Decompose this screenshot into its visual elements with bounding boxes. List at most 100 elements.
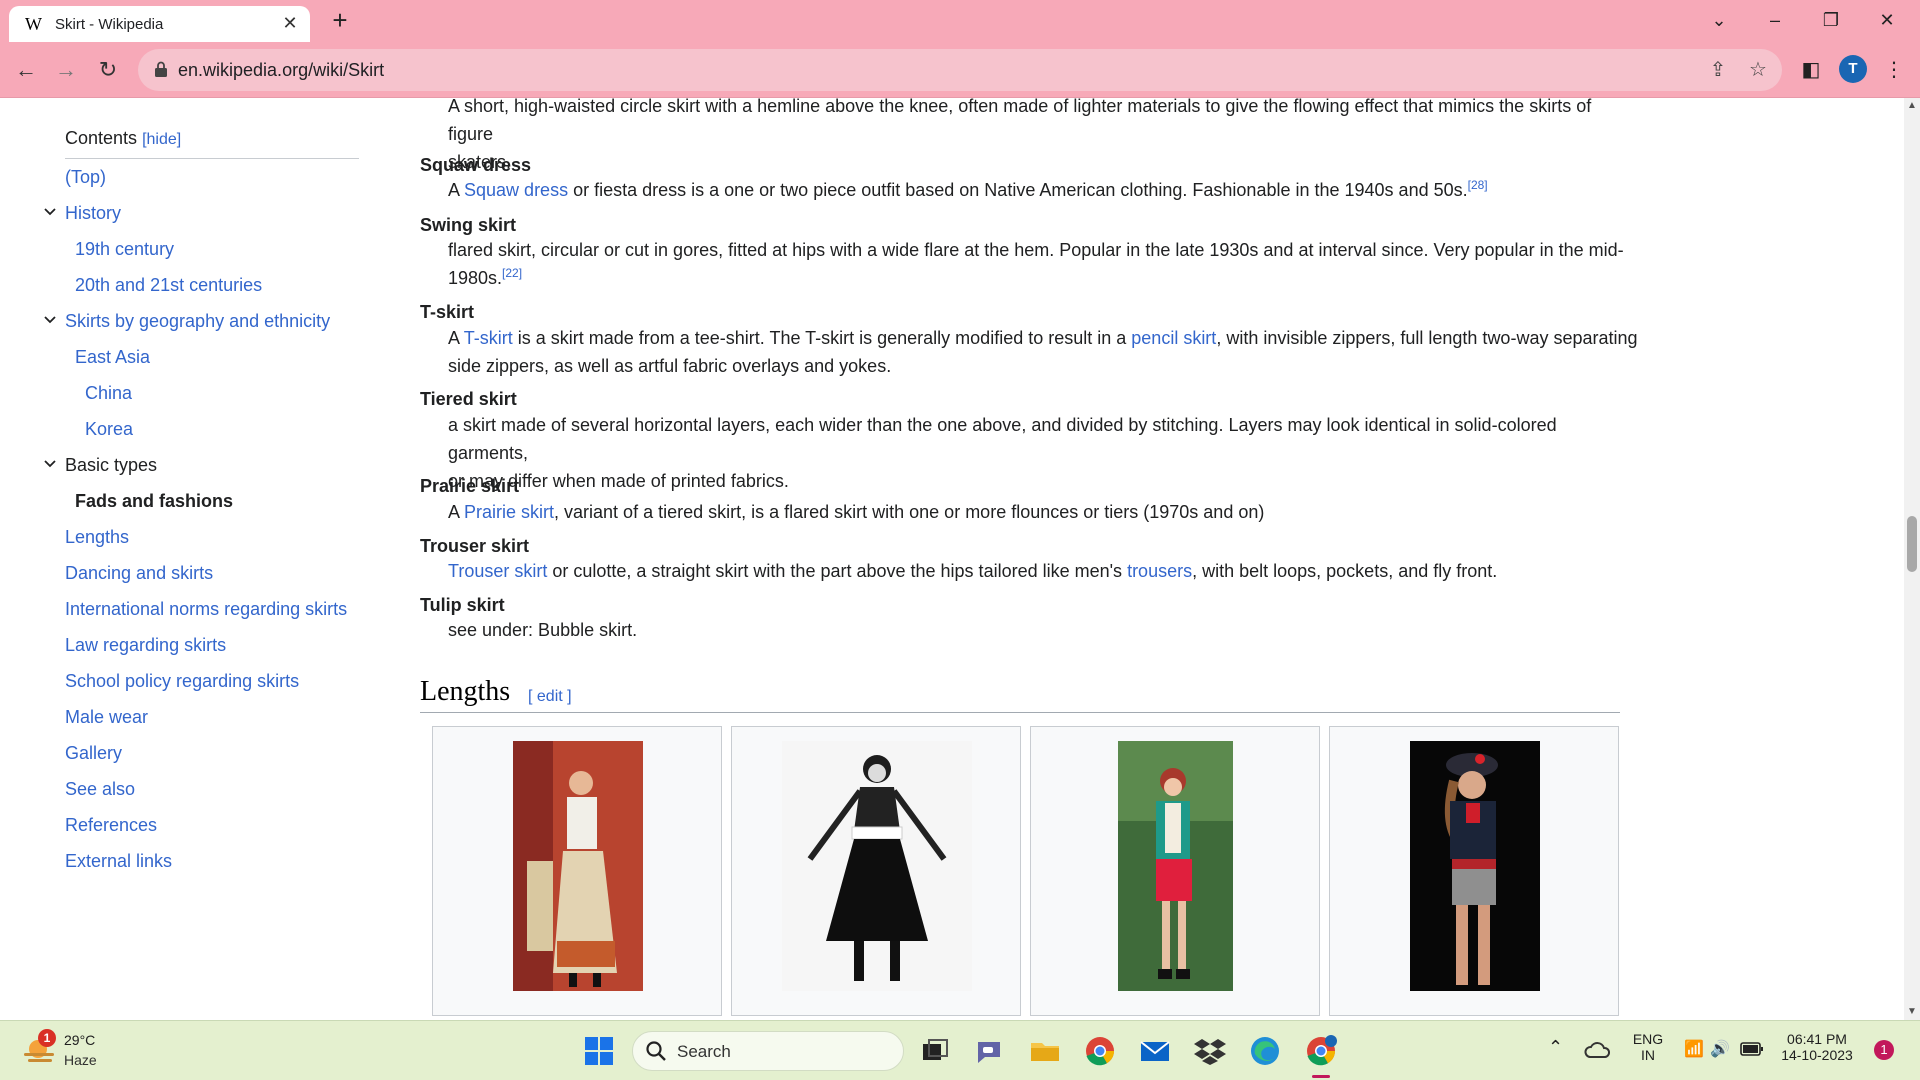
close-window-button[interactable]: ✕ xyxy=(1864,4,1910,36)
share-icon[interactable]: ⇪ xyxy=(1706,58,1730,82)
gallery-item[interactable] xyxy=(1329,726,1619,1016)
onedrive-cloud-icon[interactable] xyxy=(1584,1037,1612,1063)
gallery-item[interactable] xyxy=(432,726,722,1016)
chrome-icon[interactable] xyxy=(1083,1034,1117,1068)
clock-time: 06:41 PM xyxy=(1787,1031,1847,1047)
profile-avatar[interactable]: T xyxy=(1839,55,1867,83)
dropbox-icon[interactable] xyxy=(1193,1034,1227,1068)
toc-item-history[interactable]: History xyxy=(44,203,122,224)
minimize-button[interactable]: – xyxy=(1752,4,1798,36)
toc-item-gallery[interactable]: Gallery xyxy=(65,743,122,764)
tab-close-icon[interactable]: ✕ xyxy=(279,12,301,34)
lock-icon xyxy=(155,61,167,77)
toc-item-east-asia[interactable]: East Asia xyxy=(75,347,150,368)
new-tab-button[interactable]: + xyxy=(325,6,355,36)
tray-overflow-chevron-icon[interactable]: ⌃ xyxy=(1548,1037,1563,1058)
toc-item-male-wear[interactable]: Male wear xyxy=(65,707,148,728)
definition-line: side zippers, as well as artful fabric o… xyxy=(448,356,892,376)
toc-item-top[interactable]: (Top) xyxy=(65,167,106,188)
definition-text: or fiesta dress is a one or two piece ou… xyxy=(568,180,1468,200)
toc-item-law[interactable]: Law regarding skirts xyxy=(65,635,226,656)
definition-text: A xyxy=(448,180,465,200)
mail-icon[interactable] xyxy=(1138,1034,1172,1068)
address-bar[interactable]: en.wikipedia.org/wiki/Skirt ⇪ ☆ xyxy=(138,49,1782,91)
scroll-down-icon[interactable]: ▼ xyxy=(1904,1004,1920,1020)
restore-button[interactable]: ❐ xyxy=(1808,4,1854,36)
taskbar-search[interactable]: Search xyxy=(632,1031,904,1071)
volume-icon[interactable]: 🔊 xyxy=(1710,1039,1730,1059)
edge-icon[interactable] xyxy=(1248,1034,1282,1068)
tab-skirt-wikipedia[interactable]: W Skirt - Wikipedia ✕ xyxy=(9,6,310,42)
toc-item-china[interactable]: China xyxy=(85,383,132,404)
chrome-profile-icon[interactable] xyxy=(1304,1034,1338,1068)
toc-hide-link[interactable]: [hide] xyxy=(142,131,181,148)
wifi-icon[interactable]: 📶 xyxy=(1684,1039,1704,1059)
term-squaw-dress: Squaw dress xyxy=(420,155,532,175)
toc-item-label: History xyxy=(65,203,122,223)
toc-item-label: Skirts by geography and ethnicity xyxy=(65,311,331,331)
toc-title: Contents xyxy=(65,128,138,148)
toc-item-20th-21st-centuries[interactable]: 20th and 21st centuries xyxy=(75,275,262,296)
scroll-thumb[interactable] xyxy=(1907,516,1917,572)
teams-chat-icon[interactable] xyxy=(973,1034,1007,1068)
battery-icon[interactable] xyxy=(1740,1041,1764,1057)
skirt-photo-red-mini-skirt[interactable] xyxy=(1118,741,1233,991)
pencil-skirt-link[interactable]: pencil skirt xyxy=(1131,328,1216,348)
reload-button[interactable]: ↻ xyxy=(92,54,124,86)
toc-item-lengths[interactable]: Lengths xyxy=(65,527,129,548)
weather-condition[interactable]: Haze xyxy=(64,1052,97,1068)
trouser-skirt-link[interactable]: Trouser skirt xyxy=(448,561,547,581)
definition-text: is a skirt made from a tee-shirt. The T-… xyxy=(512,328,1132,348)
toc-item-label: Basic types xyxy=(65,455,158,475)
toc-item-dancing[interactable]: Dancing and skirts xyxy=(65,563,213,584)
toc-item-school-policy[interactable]: School policy regarding skirts xyxy=(65,671,299,692)
definition-t-skirt: A T-skirt is a skirt made from a tee-shi… xyxy=(448,324,1638,380)
weather-temperature[interactable]: 29°C xyxy=(64,1032,95,1048)
gallery-item[interactable] xyxy=(731,726,1021,1016)
toc-item-international-norms[interactable]: International norms regarding skirts xyxy=(65,599,347,620)
language-code: ENG xyxy=(1632,1031,1664,1047)
skirt-photo-runway-shorts[interactable] xyxy=(1410,741,1540,991)
trousers-link[interactable]: trousers xyxy=(1127,561,1192,581)
skirt-photo-long-printed-skirt[interactable] xyxy=(513,741,643,991)
notification-badge[interactable]: 1 xyxy=(1874,1040,1894,1060)
toc-item-19th-century[interactable]: 19th century xyxy=(75,239,174,260)
toc-item-external-links[interactable]: External links xyxy=(65,851,172,872)
skirt-photo-black-tiered-skirt[interactable] xyxy=(782,741,972,991)
toc-item-skirts-by-geography[interactable]: Skirts by geography and ethnicity xyxy=(44,311,331,332)
file-explorer-icon[interactable] xyxy=(1028,1034,1062,1068)
reference-28-link[interactable]: [28] xyxy=(1468,178,1488,192)
windows-start-icon[interactable] xyxy=(582,1034,616,1068)
squaw-dress-link[interactable]: Squaw dress xyxy=(464,180,568,200)
clock[interactable]: 06:41 PM 14-10-2023 xyxy=(1776,1031,1858,1063)
toc-item-basic-types[interactable]: Basic types xyxy=(44,455,158,476)
toc-item-see-also[interactable]: See also xyxy=(65,779,135,800)
page-scrollbar[interactable]: ▲ ▼ xyxy=(1904,98,1920,1020)
forward-button[interactable]: → xyxy=(50,54,82,86)
chevron-down-icon[interactable] xyxy=(43,313,57,327)
chevron-down-icon[interactable] xyxy=(43,457,57,471)
edit-label: [ edit ] xyxy=(528,688,572,705)
language-indicator[interactable]: ENG IN xyxy=(1628,1031,1668,1063)
scroll-up-icon[interactable]: ▲ xyxy=(1904,98,1920,114)
chevron-down-icon[interactable] xyxy=(43,205,57,219)
side-panel-icon[interactable]: ◧ xyxy=(1795,54,1827,86)
toc-item-references[interactable]: References xyxy=(65,815,157,836)
toc-item-korea[interactable]: Korea xyxy=(85,419,133,440)
term-tiered-skirt: Tiered skirt xyxy=(420,389,517,409)
weather-alert-badge: 1 xyxy=(38,1029,56,1047)
menu-icon[interactable]: ⋮ xyxy=(1878,54,1910,86)
t-skirt-link[interactable]: T-skirt xyxy=(464,328,513,348)
search-icon xyxy=(646,1041,666,1061)
toc-item-fads-and-fashions[interactable]: Fads and fashions xyxy=(75,491,233,512)
definition-text: , with invisible zippers, full length tw… xyxy=(1216,328,1638,348)
back-button[interactable]: ← xyxy=(10,54,42,86)
reference-22-link[interactable]: [22] xyxy=(502,266,522,280)
tab-search-icon[interactable]: ⌄ xyxy=(1696,4,1742,36)
prairie-skirt-link[interactable]: Prairie skirt xyxy=(464,502,554,522)
toc-divider xyxy=(65,158,359,159)
task-view-icon[interactable] xyxy=(918,1034,952,1068)
gallery-item[interactable] xyxy=(1030,726,1320,1016)
section-edit-link[interactable]: [ edit ] xyxy=(528,688,572,706)
bookmark-star-icon[interactable]: ☆ xyxy=(1746,58,1770,82)
